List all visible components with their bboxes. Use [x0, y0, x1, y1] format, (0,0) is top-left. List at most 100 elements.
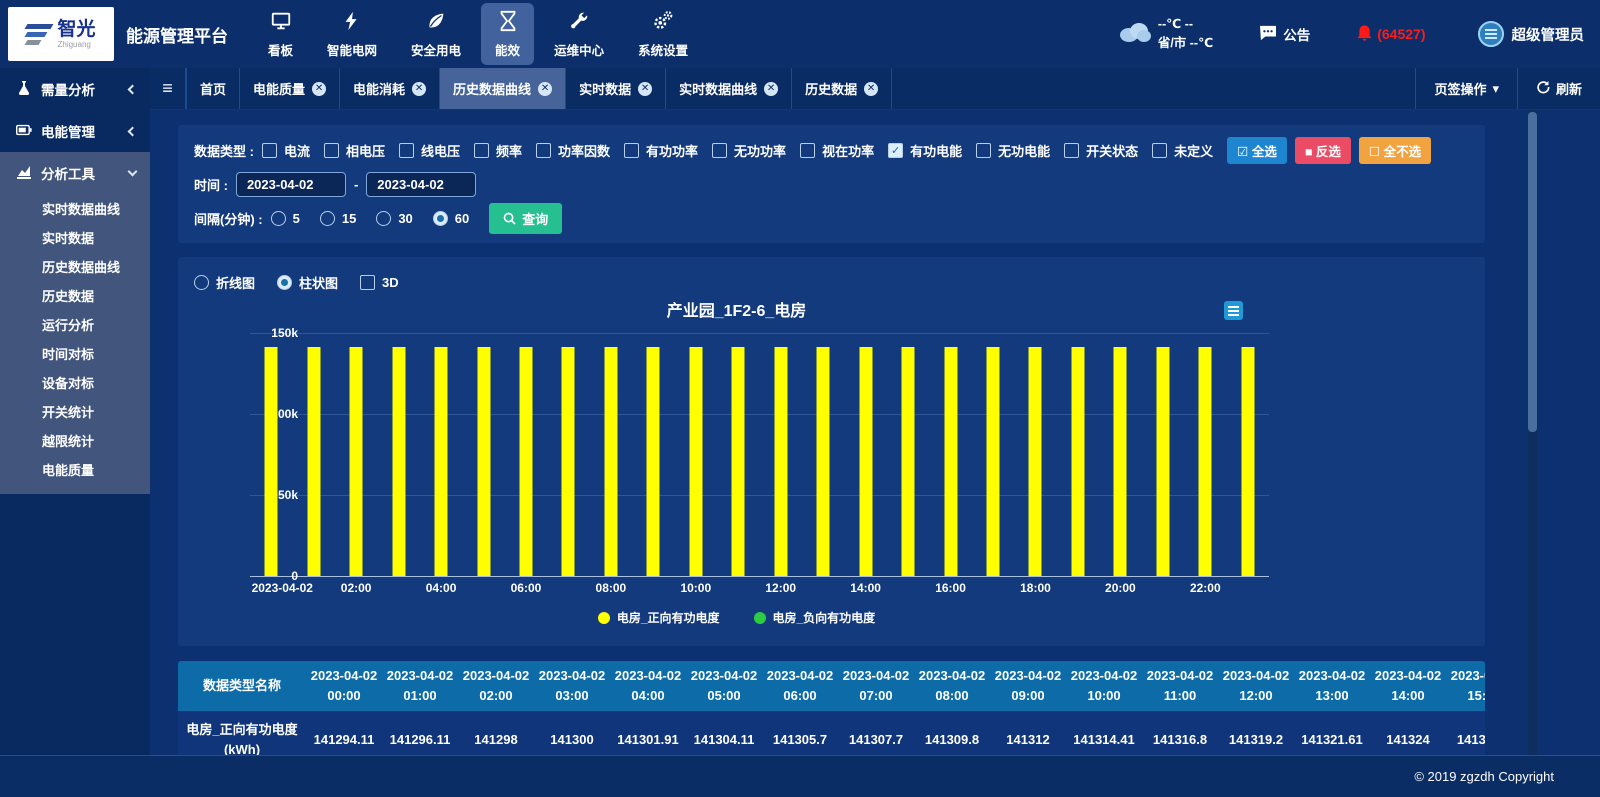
sidebar-group-energy-mgmt[interactable]: 电能管理	[0, 110, 150, 152]
tab-operations-dropdown[interactable]: 页签操作 ▾	[1415, 68, 1517, 109]
table-header-cell: 2023-04-02 10:00	[1066, 661, 1142, 711]
select-none-button[interactable]: ☐ 全不选	[1359, 137, 1431, 164]
legend-item-电房_正向有功电度[interactable]: 电房_正向有功电度	[598, 609, 720, 626]
checkbox-未定义[interactable]: 未定义	[1152, 141, 1213, 160]
tab-close-icon[interactable]: ✕	[864, 82, 878, 96]
tab-close-icon[interactable]: ✕	[638, 82, 652, 96]
user-menu[interactable]: 超级管理员	[1478, 21, 1585, 47]
checkbox-label: 频率	[496, 141, 522, 160]
sidebar-group-demand-analysis[interactable]: 需量分析	[0, 68, 150, 110]
sidebar-item-越限统计[interactable]: 越限统计	[0, 426, 150, 455]
tab-历史数据[interactable]: 历史数据✕	[792, 68, 892, 109]
hamburger-menu-icon[interactable]: ≡	[150, 68, 186, 109]
nav-item-system-settings[interactable]: 系统设置	[624, 3, 702, 65]
sidebar-item-开关统计[interactable]: 开关统计	[0, 397, 150, 426]
scrollbar[interactable]	[1528, 110, 1537, 755]
interval-radio-60[interactable]: 60	[433, 211, 469, 226]
bar	[732, 347, 745, 576]
battery-icon	[16, 122, 32, 141]
checkbox-icon	[624, 143, 639, 158]
checkbox-无功电能[interactable]: 无功电能	[976, 141, 1050, 160]
interval-radio-30[interactable]: 30	[376, 211, 412, 226]
tab-电能消耗[interactable]: 电能消耗✕	[340, 68, 440, 109]
checkbox-频率[interactable]: 频率	[474, 141, 522, 160]
nav-item-smart-grid[interactable]: 智能电网	[313, 3, 391, 65]
x-axis-tick: 22:00	[1190, 581, 1221, 595]
checkbox-电流[interactable]: 电流	[262, 141, 310, 160]
sidebar-item-实时数据[interactable]: 实时数据	[0, 223, 150, 252]
tab-实时数据曲线[interactable]: 实时数据曲线✕	[666, 68, 792, 109]
interval-label: 5	[293, 211, 300, 226]
checkbox-相电压[interactable]: 相电压	[324, 141, 385, 160]
sidebar-item-时间对标[interactable]: 时间对标	[0, 339, 150, 368]
checkbox-开关状态[interactable]: 开关状态	[1064, 141, 1138, 160]
interval-radio-15[interactable]: 15	[320, 211, 356, 226]
tab-电能质量[interactable]: 电能质量✕	[240, 68, 340, 109]
tab-ops-label: 页签操作	[1434, 79, 1486, 98]
checkbox-视在功率[interactable]: 视在功率	[800, 141, 874, 160]
query-button[interactable]: 查询	[489, 203, 562, 234]
flask-icon	[16, 80, 32, 99]
radio-icon	[376, 211, 391, 226]
query-label: 查询	[522, 209, 548, 228]
tabbar: ≡ 首页电能质量✕电能消耗✕历史数据曲线✕实时数据✕实时数据曲线✕历史数据✕ 页…	[150, 68, 1600, 110]
nav-item-kanban[interactable]: 看板	[254, 3, 307, 65]
tab-close-icon[interactable]: ✕	[412, 82, 426, 96]
table-row-name: 电房_正向有功电度 (kWh)	[178, 711, 306, 755]
time-from-input[interactable]	[236, 172, 346, 197]
table-cell: 141300	[534, 711, 610, 755]
chart-menu-icon[interactable]	[1224, 301, 1243, 320]
line-chart-radio[interactable]: 折线图	[194, 273, 255, 292]
interval-radio-5[interactable]: 5	[271, 211, 300, 226]
sidebar-item-历史数据[interactable]: 历史数据	[0, 281, 150, 310]
tab-close-icon[interactable]: ✕	[312, 82, 326, 96]
tab-close-icon[interactable]: ✕	[764, 82, 778, 96]
sidebar-group-analysis-tools[interactable]: 分析工具	[0, 152, 150, 194]
bar	[1241, 347, 1254, 576]
time-to-input[interactable]	[366, 172, 476, 197]
checkbox-icon	[712, 143, 727, 158]
table-header-cell: 2023-04-02 13:00	[1294, 661, 1370, 711]
chart: 产业园_1F2-6_电房 150k100k50k0 2023-04-0202:0…	[194, 297, 1279, 627]
alarm-button[interactable]: (64527)	[1356, 24, 1425, 45]
refresh-button[interactable]: 刷新	[1517, 68, 1600, 109]
logo-brand: 智光	[57, 20, 95, 39]
nav-item-safe-power[interactable]: 安全用电	[397, 3, 475, 65]
nav-item-ops-center[interactable]: 运维中心	[540, 3, 618, 65]
nav-label: 看板	[268, 40, 293, 59]
tab-list: 首页电能质量✕电能消耗✕历史数据曲线✕实时数据✕实时数据曲线✕历史数据✕	[186, 68, 892, 109]
invert-selection-button[interactable]: ■ 反选	[1295, 137, 1351, 164]
sidebar-item-实时数据曲线[interactable]: 实时数据曲线	[0, 194, 150, 223]
table-header-cell: 2023-04-02 04:00	[610, 661, 686, 711]
interval-radio-group: 5 15 30 60	[271, 211, 470, 226]
tab-close-icon[interactable]: ✕	[538, 82, 552, 96]
announcement-button[interactable]: 公告	[1259, 24, 1310, 44]
sidebar-item-历史数据曲线[interactable]: 历史数据曲线	[0, 252, 150, 281]
threed-checkbox[interactable]: 3D	[360, 275, 399, 290]
tab-实时数据[interactable]: 实时数据✕	[566, 68, 666, 109]
checkbox-线电压[interactable]: 线电压	[399, 141, 460, 160]
tab-历史数据曲线[interactable]: 历史数据曲线✕	[440, 68, 566, 109]
nav-label: 系统设置	[638, 40, 688, 59]
bar	[817, 347, 830, 576]
bar	[562, 347, 575, 576]
nav-item-energy-efficiency[interactable]: 能效	[481, 3, 534, 65]
checkbox-label: 功率因数	[558, 141, 610, 160]
legend-dot	[754, 612, 766, 624]
checkbox-有功电能[interactable]: ✓有功电能	[888, 141, 962, 160]
checkbox-有功功率[interactable]: 有功功率	[624, 141, 698, 160]
checkbox-无功功率[interactable]: 无功功率	[712, 141, 786, 160]
checkbox-label: 电流	[284, 141, 310, 160]
select-all-button[interactable]: ☑ 全选	[1227, 137, 1287, 164]
scrollbar-thumb[interactable]	[1528, 112, 1537, 432]
bar-chart-radio[interactable]: 柱状图	[277, 273, 338, 292]
sidebar-item-运行分析[interactable]: 运行分析	[0, 310, 150, 339]
tab-首页[interactable]: 首页	[186, 68, 240, 109]
radio-icon	[271, 211, 286, 226]
sidebar-item-电能质量[interactable]: 电能质量	[0, 455, 150, 484]
legend-item-电房_负向有功电度[interactable]: 电房_负向有功电度	[754, 609, 876, 626]
checkbox-功率因数[interactable]: 功率因数	[536, 141, 610, 160]
checkbox-icon	[324, 143, 339, 158]
table-cell: 141319.2	[1218, 711, 1294, 755]
sidebar-item-设备对标[interactable]: 设备对标	[0, 368, 150, 397]
